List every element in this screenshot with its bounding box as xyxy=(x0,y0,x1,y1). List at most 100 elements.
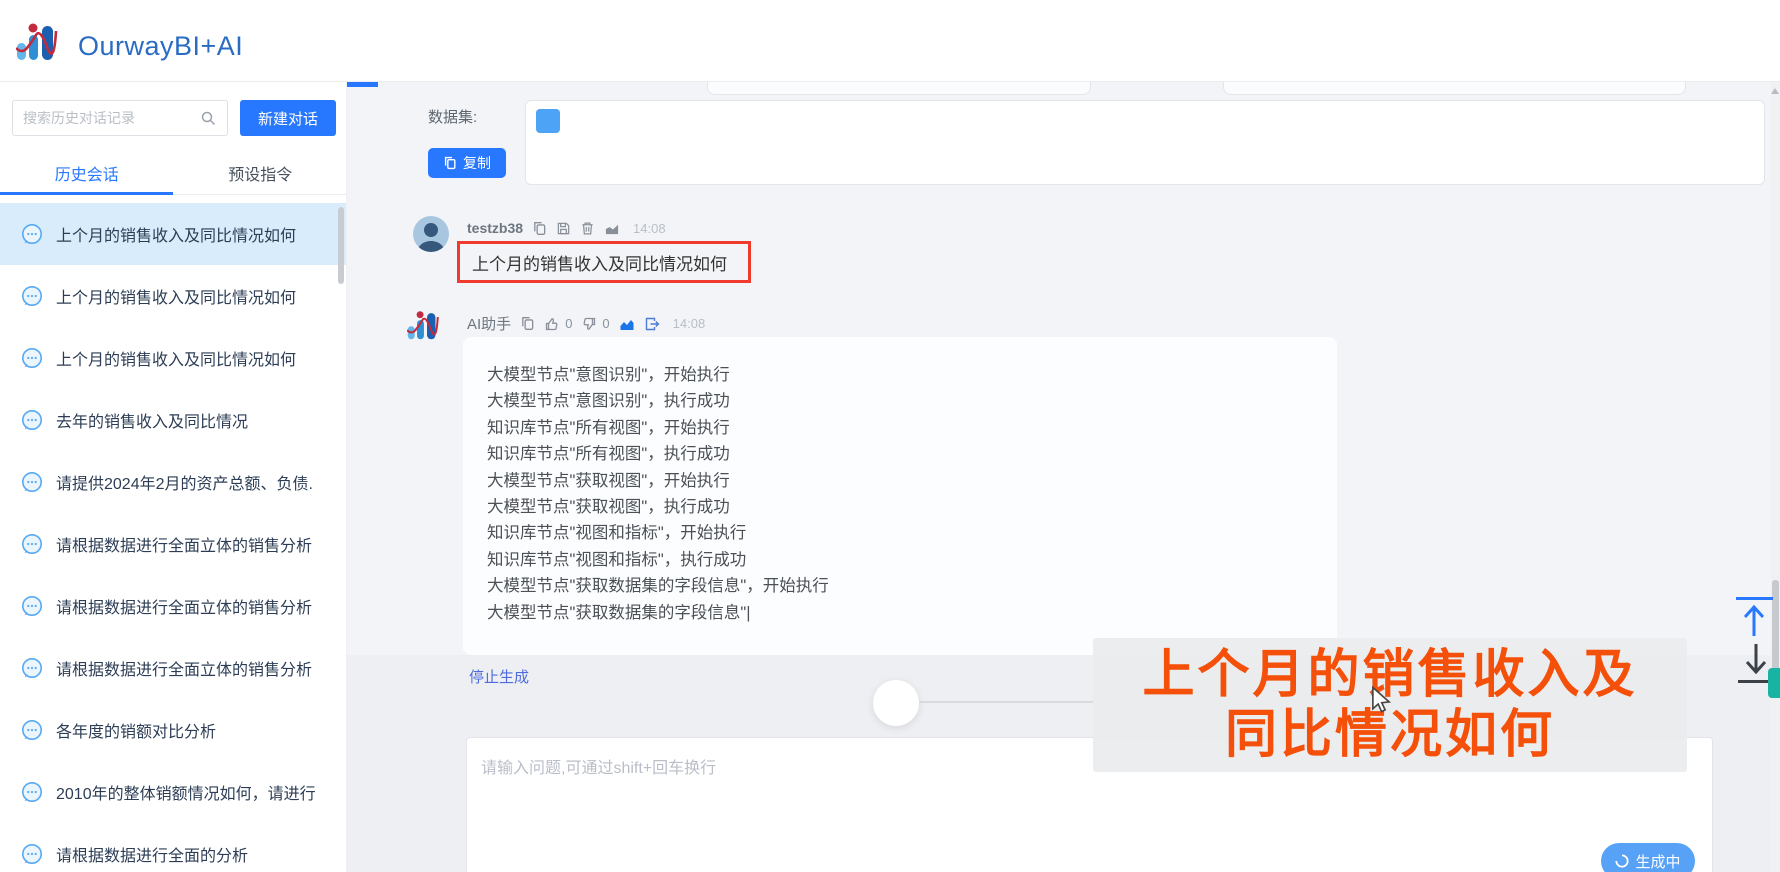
conversation-item[interactable]: 上个月的销售收入及同比情况如何 xyxy=(0,265,346,327)
conversation-item-label: 各年度的销额对比分析 xyxy=(56,724,217,741)
chat-bubble-icon xyxy=(21,471,43,493)
chat-bubble-icon xyxy=(21,533,43,555)
conversation-item[interactable]: 2010年的整体销额情况如何，请进行 xyxy=(0,761,346,823)
sidebar-scrollbar-thumb[interactable] xyxy=(338,207,344,284)
log-line: 知识库节点"视图和指标"，执行成功 xyxy=(487,550,747,569)
jump-top-line xyxy=(1736,597,1773,600)
conversation-item[interactable]: 请根据数据进行全面立体的销售分析 xyxy=(0,513,346,575)
conversation-item-label: 请提供2024年2月的资产总额、负债. xyxy=(56,476,313,493)
execution-log: 大模型节点"意图识别"，开始执行 大模型节点"意图识别"，执行成功 知识库节点"… xyxy=(487,362,1313,626)
chat-bubble-icon xyxy=(21,347,43,369)
conversation-item[interactable]: 请根据数据进行全面立体的销售分析 xyxy=(0,637,346,699)
copy-button[interactable]: 复制 xyxy=(428,148,506,178)
export-icon[interactable] xyxy=(644,316,660,332)
chat-bubble-icon xyxy=(21,781,43,803)
annotation-red-box: 上个月的销售收入及同比情况如何 xyxy=(457,241,751,283)
dataset-label: 数据集: xyxy=(428,109,478,126)
logo-title: OurwayBI+AI xyxy=(78,31,244,61)
stop-generating-link[interactable]: 停止生成 xyxy=(469,666,529,687)
log-line: 大模型节点"获取视图"，开始执行 xyxy=(487,471,730,490)
tab-history[interactable]: 历史会话 xyxy=(0,160,174,194)
log-line: 大模型节点"获取视图"，执行成功 xyxy=(487,498,730,517)
copy-icon xyxy=(443,156,457,170)
chat-bubble-icon xyxy=(21,409,43,431)
chat-bubble-icon xyxy=(21,719,43,741)
log-line: 知识库节点"视图和指标"，开始执行 xyxy=(487,524,747,543)
new-chat-button[interactable]: 新建对话 xyxy=(240,100,336,136)
log-line: 大模型节点"获取数据集的字段信息"| xyxy=(487,603,751,622)
main-scrollbar-track[interactable] xyxy=(1771,82,1780,872)
ai-avatar xyxy=(406,308,447,348)
main-scrollbar-thumb[interactable] xyxy=(1772,580,1779,676)
copy-button-label: 复制 xyxy=(463,155,491,171)
active-tab-underline xyxy=(0,192,173,195)
user-avatar xyxy=(413,216,449,252)
spinner-icon xyxy=(1615,854,1630,868)
scroll-to-bottom-icon[interactable] xyxy=(1743,643,1769,682)
area-chart-icon[interactable] xyxy=(619,316,635,332)
scroll-to-top-icon[interactable] xyxy=(1741,602,1767,643)
dataset-tag[interactable] xyxy=(536,109,560,133)
conversation-item-label: 2010年的整体销额情况如何，请进行 xyxy=(56,786,316,803)
conversation-item-label: 请根据数据进行全面立体的销售分析 xyxy=(56,538,313,555)
log-line: 大模型节点"意图识别"，执行成功 xyxy=(487,392,730,411)
sidebar: 新建对话 历史会话 预设指令 上个月的销售收入及同比情况如何 xyxy=(0,82,347,872)
ai-message-header: AI助手 0 0 14:08 xyxy=(467,313,705,334)
mouse-cursor xyxy=(1369,685,1393,719)
dislikes-count: 0 xyxy=(602,316,610,331)
user-message-header: testzb38 14:08 xyxy=(467,220,666,236)
user-question-text: 上个月的销售收入及同比情况如何 xyxy=(472,254,727,274)
dataset-box xyxy=(525,100,1765,185)
chat-main: 数据集: 复制 testzb38 14:08 上个月的销售收入及同比情况如何 A… xyxy=(347,82,1780,872)
search-icon xyxy=(200,110,216,131)
message-time: 14:08 xyxy=(672,316,706,331)
scroll-indicator-bar xyxy=(347,82,378,87)
conversation-item[interactable]: 各年度的销额对比分析 xyxy=(0,699,346,761)
search-input[interactable] xyxy=(12,100,228,136)
previous-message-box-left xyxy=(707,82,1091,95)
thumbs-up-icon[interactable] xyxy=(544,316,560,332)
chat-bubble-icon xyxy=(21,657,43,679)
ai-name: AI助手 xyxy=(467,316,512,333)
previous-message-box-right xyxy=(1223,82,1686,95)
sidebar-tabs: 历史会话 预设指令 xyxy=(0,160,347,195)
conversation-item[interactable]: 请根据数据进行全面立体的销售分析 xyxy=(0,575,346,637)
conversation-item[interactable]: 上个月的销售收入及同比情况如何 xyxy=(0,327,346,389)
scroll-fab-circle[interactable] xyxy=(873,680,919,726)
chart-icon[interactable] xyxy=(604,221,620,236)
thumbs-down-icon[interactable] xyxy=(581,316,597,332)
message-time: 14:08 xyxy=(633,220,666,236)
logo-icon xyxy=(15,22,68,71)
copy-icon[interactable] xyxy=(532,221,547,236)
chat-bubble-icon xyxy=(21,843,43,865)
conversation-item-label: 上个月的销售收入及同比情况如何 xyxy=(56,228,297,245)
tab-preset-commands[interactable]: 预设指令 xyxy=(174,160,347,194)
generating-button[interactable]: 生成中 xyxy=(1601,843,1695,872)
scrollbar-up-arrow[interactable] xyxy=(1771,88,1779,94)
conversation-item-label: 请根据数据进行全面的分析 xyxy=(56,848,249,865)
conversation-item[interactable]: 上个月的销售收入及同比情况如何 xyxy=(0,203,346,265)
conversation-item[interactable]: 去年的销售收入及同比情况 xyxy=(0,389,346,451)
generating-button-label: 生成中 xyxy=(1635,853,1681,871)
conversation-item[interactable]: 请根据数据进行全面的分析 xyxy=(0,823,346,872)
save-icon[interactable] xyxy=(556,221,571,236)
app-root: OurwayBI+AI 新建对话 历史会话 预设指令 xyxy=(0,0,1780,872)
chat-bubble-icon xyxy=(21,285,43,307)
likes-count: 0 xyxy=(565,316,573,331)
conversation-item-label: 上个月的销售收入及同比情况如何 xyxy=(56,352,297,369)
conversation-item-label: 去年的销售收入及同比情况 xyxy=(56,414,249,431)
log-line: 知识库节点"所有视图"，执行成功 xyxy=(487,445,730,464)
conversation-item[interactable]: 请提供2024年2月的资产总额、负债. xyxy=(0,451,346,513)
conversation-list: 上个月的销售收入及同比情况如何 上个月的销售收入及同比情况如何 上个月的销售收入… xyxy=(0,203,346,872)
conversation-item-label: 请根据数据进行全面立体的销售分析 xyxy=(56,662,313,679)
ai-message-bubble: 大模型节点"意图识别"，开始执行 大模型节点"意图识别"，执行成功 知识库节点"… xyxy=(463,337,1337,655)
log-line: 知识库节点"所有视图"，开始执行 xyxy=(487,418,730,437)
chat-bubble-icon xyxy=(21,223,43,245)
delete-icon[interactable] xyxy=(580,221,595,236)
conversation-item-label: 请根据数据进行全面立体的销售分析 xyxy=(56,600,313,617)
username: testzb38 xyxy=(467,220,524,236)
floating-side-widget[interactable] xyxy=(1768,668,1780,698)
conversation-item-label: 上个月的销售收入及同比情况如何 xyxy=(56,290,297,307)
chat-bubble-icon xyxy=(21,595,43,617)
copy-icon[interactable] xyxy=(520,316,535,331)
